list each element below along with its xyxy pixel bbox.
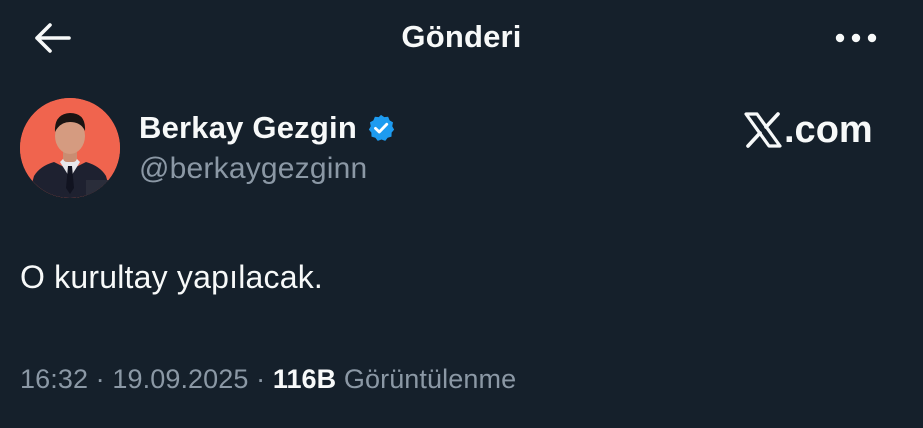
tweet-date[interactable]: 19.09.2025	[112, 364, 248, 394]
x-logo-icon	[744, 112, 782, 148]
views-count[interactable]: 116B	[273, 364, 336, 394]
views-label: Görüntülenme	[336, 364, 517, 394]
x-com-watermark: .com	[744, 108, 873, 152]
display-name[interactable]: Berkay Gezgin	[139, 110, 357, 146]
verified-badge-icon	[368, 114, 395, 141]
author-name-row[interactable]: Berkay Gezgin	[139, 106, 396, 150]
avatar[interactable]	[20, 98, 120, 198]
meta-separator: ·	[88, 364, 113, 394]
top-bar: Gönderi	[0, 0, 923, 78]
tweet-text: O kurultay yapılacak.	[20, 259, 323, 295]
meta-separator: ·	[248, 364, 273, 394]
tweet-time[interactable]: 16:32	[20, 364, 88, 394]
page-title: Gönderi	[401, 19, 522, 54]
author-handle[interactable]: @berkaygezginn	[139, 152, 367, 186]
more-horizontal-icon	[835, 33, 877, 43]
profile-photo	[20, 98, 120, 198]
watermark-text: .com	[784, 108, 873, 151]
more-options-button[interactable]	[826, 16, 886, 60]
tweet-meta: 16:32 · 19.09.2025 · 116B Görüntülenme	[20, 364, 516, 395]
